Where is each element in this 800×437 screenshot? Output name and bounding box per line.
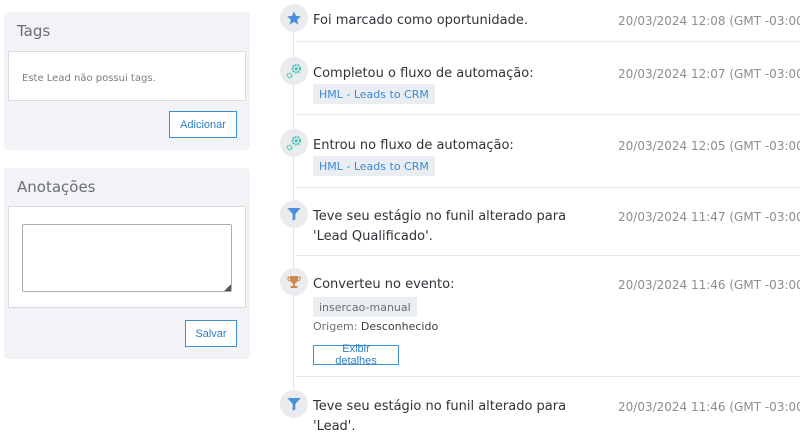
notes-textarea[interactable] [22, 224, 232, 292]
show-details-button[interactable]: Exibir detalhes [313, 343, 399, 367]
event-tag[interactable]: insercao-manual [313, 297, 417, 317]
timeline-text: Teve seu estágio no funil alterado para … [313, 209, 567, 244]
notes-title: Anotações [17, 178, 96, 196]
timeline-divider [296, 255, 800, 256]
notes-box: ◢ [8, 206, 246, 308]
timeline-divider [296, 41, 800, 42]
tags-panel: Tags Este Lead não possui tags. Adiciona… [4, 12, 250, 150]
timeline-divider [296, 187, 800, 188]
notes-panel: Anotações ◢ Salvar [4, 168, 250, 359]
timeline-date: 20/03/2024 12:05 (GMT -03:00) [618, 139, 800, 153]
timeline-date: 20/03/2024 12:07 (GMT -03:00) [618, 67, 800, 81]
save-note-button[interactable]: Salvar [185, 320, 237, 347]
automation-gears-icon [280, 129, 308, 157]
tags-title: Tags [17, 22, 51, 40]
automation-flow-tag[interactable]: HML - Leads to CRM [313, 84, 435, 104]
funnel-icon [280, 200, 308, 228]
automation-gears-icon [280, 57, 308, 85]
timeline-date: 20/03/2024 11:46 (GMT -03:00) [618, 278, 800, 292]
tags-box: Este Lead não possui tags. [8, 51, 246, 101]
timeline-divider [296, 376, 800, 377]
timeline-text: Teve seu estágio no funil alterado para … [313, 399, 567, 434]
event-origin: Origem: Desconhecido [313, 320, 438, 333]
origin-value: Desconhecido [360, 320, 439, 333]
star-icon [280, 4, 308, 32]
timeline-text: Converteu no evento: [313, 277, 455, 292]
timeline-text: Completou o fluxo de automação: [313, 66, 534, 81]
timeline-item: Entrou no fluxo de automação: 20/03/2024… [278, 129, 800, 188]
timeline-item: Foi marcado como oportunidade. 20/03/202… [278, 4, 800, 42]
trophy-icon [280, 268, 308, 296]
tags-empty-message: Este Lead não possui tags. [22, 73, 156, 84]
timeline-text: Foi marcado como oportunidade. [313, 13, 528, 28]
timeline-item: Teve seu estágio no funil alterado para … [278, 390, 800, 434]
origin-label: Origem: [313, 320, 358, 333]
timeline-date: 20/03/2024 11:46 (GMT -03:00) [618, 400, 800, 414]
timeline-date: 20/03/2024 12:08 (GMT -03:00) [618, 14, 800, 28]
funnel-icon [280, 390, 308, 418]
automation-flow-tag[interactable]: HML - Leads to CRM [313, 156, 435, 176]
timeline-item: Completou o fluxo de automação: 20/03/20… [278, 57, 800, 115]
timeline-date: 20/03/2024 11:47 (GMT -03:00) [618, 210, 800, 224]
timeline-item: Teve seu estágio no funil alterado para … [278, 200, 800, 256]
timeline-divider [296, 114, 800, 115]
add-tag-button[interactable]: Adicionar [169, 111, 237, 138]
timeline-text: Entrou no fluxo de automação: [313, 138, 514, 153]
timeline-item: Converteu no evento: 20/03/2024 11:46 (G… [278, 268, 800, 377]
resize-grip-icon[interactable]: ◢ [224, 283, 231, 293]
